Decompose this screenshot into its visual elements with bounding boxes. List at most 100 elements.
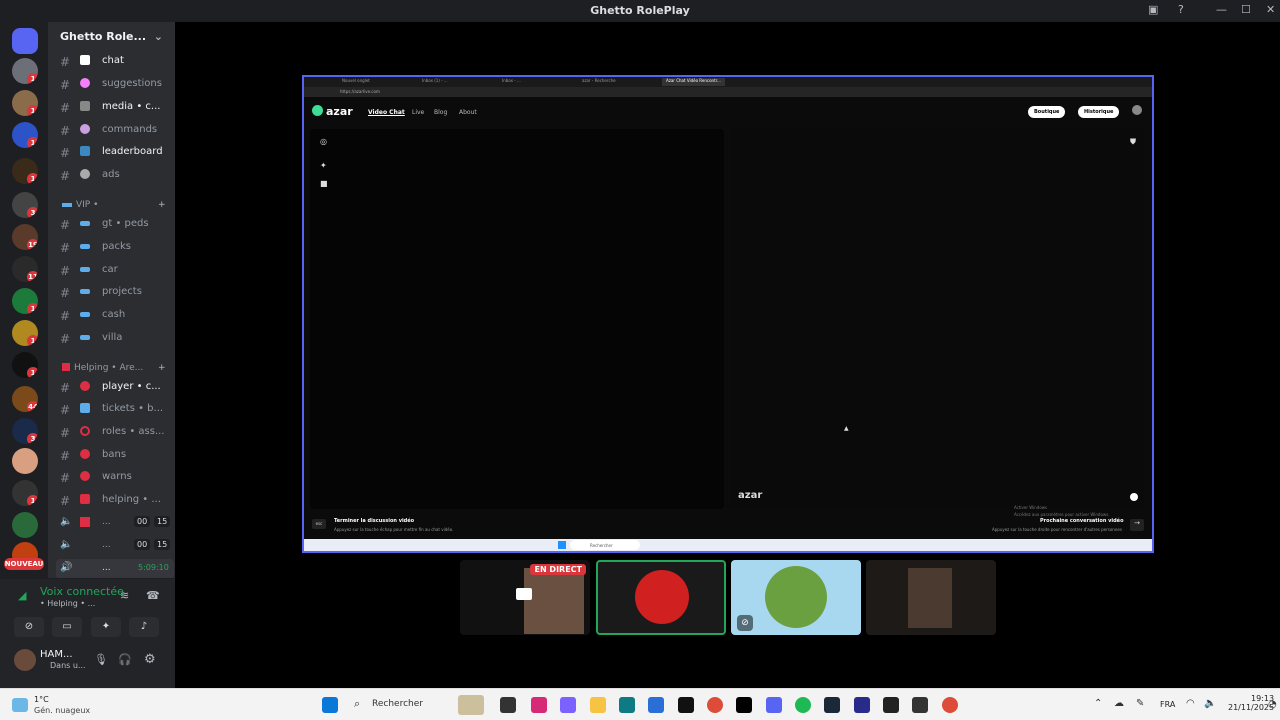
chevron-down-icon[interactable]: ⌄ — [154, 30, 163, 43]
nav-about[interactable]: About — [459, 109, 477, 116]
server-icon[interactable]: 44 — [12, 386, 38, 412]
browser-tab-active[interactable]: Azar Chat Vidéo Rencontr... — [662, 78, 725, 86]
boutique-button[interactable]: Boutique — [1028, 106, 1066, 118]
participant-tile[interactable] — [866, 560, 996, 635]
vpn-icon[interactable] — [854, 697, 870, 713]
gear-icon[interactable]: ⚙ — [144, 652, 156, 667]
server-icon[interactable]: 1 — [12, 90, 38, 116]
headphones-icon[interactable]: 🎧 — [118, 653, 132, 666]
server-icon[interactable]: 3 — [12, 418, 38, 444]
guild-header[interactable]: Ghetto Role... ⌄ — [48, 22, 175, 52]
spotify-icon[interactable] — [795, 697, 811, 713]
instagram-icon[interactable] — [531, 697, 547, 713]
cloud-icon[interactable]: ☁ — [1114, 698, 1124, 709]
maximize-icon[interactable]: ☐ — [1241, 3, 1251, 16]
wifi-icon[interactable]: ◠ — [1186, 698, 1195, 709]
app-icon[interactable] — [678, 697, 694, 713]
channel-vip-item[interactable]: # packs — [56, 238, 174, 258]
browser-tab[interactable]: Nouvel onglet — [342, 78, 370, 86]
channel-roles[interactable]: # roles • ass... — [56, 423, 174, 443]
soundboard-button[interactable]: ♪ — [129, 617, 159, 637]
help-icon[interactable]: ? — [1178, 3, 1184, 16]
channel-media[interactable]: # media • c... — [56, 98, 174, 118]
channel-suggestions[interactable]: # suggestions — [56, 75, 174, 95]
server-icon[interactable]: 1 — [12, 480, 38, 506]
next-chat-title[interactable]: Prochaine conversation vidéo — [1040, 518, 1124, 524]
weather-icon[interactable] — [12, 698, 28, 712]
copilot-icon[interactable] — [560, 697, 576, 713]
channel-chat[interactable]: # chat — [56, 52, 174, 72]
plus-icon[interactable]: + — [158, 200, 166, 210]
channel-tickets[interactable]: # tickets • b... — [56, 400, 174, 420]
channel-vip-item[interactable]: # gt • peds — [56, 215, 174, 235]
browser-tab[interactable]: azar - Recherche — [582, 78, 616, 86]
channel-leaderboard[interactable]: # leaderboard — [56, 143, 174, 163]
channel-commands[interactable]: # commands — [56, 121, 174, 141]
channel-bans[interactable]: # bans — [56, 446, 174, 466]
stream-thumbnail[interactable]: EN DIRECT — [460, 560, 590, 635]
plus-icon[interactable]: + — [158, 363, 166, 373]
store-icon[interactable] — [648, 697, 664, 713]
server-icon[interactable]: 1 — [12, 320, 38, 346]
voice-channel-link[interactable]: • Helping • ... — [40, 599, 95, 608]
channel-vip-item[interactable]: # villa — [56, 329, 174, 349]
channel-ads[interactable]: # ads — [56, 166, 174, 186]
soundwave-icon[interactable]: ≋ — [120, 589, 129, 602]
server-icon[interactable] — [12, 512, 38, 538]
server-icon[interactable]: 19 — [12, 224, 38, 250]
azar-logo[interactable]: azar — [312, 105, 353, 118]
server-icon[interactable]: 1 — [12, 158, 38, 184]
server-icon[interactable]: 11 — [12, 256, 38, 282]
participant-tile[interactable]: ⊘ — [731, 560, 861, 635]
file-explorer-alt-icon[interactable] — [500, 697, 516, 713]
profile-icon[interactable] — [1132, 105, 1142, 115]
server-icon[interactable]: 1 — [12, 352, 38, 378]
voice-channel[interactable]: 🔈... 00 15 — [56, 536, 174, 556]
options-icon[interactable] — [1130, 493, 1138, 501]
game-launcher-icon[interactable] — [883, 697, 899, 713]
server-icon[interactable] — [12, 448, 38, 474]
windows-start-icon[interactable] — [322, 697, 338, 713]
nav-video-chat[interactable]: Video Chat — [368, 109, 405, 116]
channel-vip-item[interactable]: # projects — [56, 283, 174, 303]
chevron-up-icon[interactable]: ⌃ — [1094, 698, 1102, 709]
server-icon[interactable]: 1 — [12, 122, 38, 148]
edge-icon[interactable] — [619, 697, 635, 713]
nav-blog[interactable]: Blog — [434, 109, 447, 116]
participant-tile-speaking[interactable] — [596, 560, 726, 635]
microphone-icon[interactable]: 🎙 — [94, 653, 108, 666]
language-indicator[interactable]: FRA — [1160, 700, 1175, 709]
category-helping[interactable]: Helping • Are... + — [62, 363, 166, 373]
effects-icon[interactable]: ✦ — [320, 161, 327, 170]
channel-player[interactable]: # player • c... — [56, 378, 174, 398]
gift-icon[interactable]: ■ — [320, 179, 328, 188]
server-icon[interactable]: 1 — [12, 58, 38, 84]
capcut-alt-icon[interactable] — [912, 697, 928, 713]
avatar[interactable] — [14, 649, 36, 671]
capcut-icon[interactable] — [736, 697, 752, 713]
inbox-icon[interactable]: ▣ — [1148, 3, 1158, 16]
arrow-right-icon[interactable]: → — [1130, 519, 1144, 531]
category-vip[interactable]: VIP • + — [62, 200, 166, 210]
server-icon[interactable]: 1 — [12, 288, 38, 314]
channel-helping[interactable]: # helping • ... — [56, 491, 174, 511]
discord-icon[interactable] — [766, 697, 782, 713]
nav-live[interactable]: Live — [412, 109, 424, 116]
close-icon[interactable]: ✕ — [1266, 3, 1275, 16]
steam-icon[interactable] — [824, 697, 840, 713]
camera-off-button[interactable]: ⊘ — [14, 617, 44, 637]
report-shield-icon[interactable]: ⛊ — [1130, 137, 1136, 147]
browser-tab[interactable]: Inbox (1) - ... — [422, 78, 448, 86]
channel-vip-item[interactable]: # cash — [56, 306, 174, 326]
historique-button[interactable]: Historique — [1078, 106, 1120, 118]
voice-channel-active[interactable]: 🔊... 5:09:10 — [56, 559, 174, 579]
voice-channel[interactable]: 🔈... 00 15 — [56, 513, 174, 533]
folder-icon[interactable] — [590, 697, 606, 713]
browser-tab[interactable]: Inbox - ... — [502, 78, 521, 86]
minimize-icon[interactable]: — — [1216, 3, 1227, 16]
chrome-alt-icon[interactable] — [942, 697, 958, 713]
server-icon[interactable]: 3 — [12, 192, 38, 218]
disconnect-icon[interactable]: ☎ — [146, 589, 160, 602]
channel-warns[interactable]: # warns — [56, 468, 174, 488]
discord-home-icon[interactable] — [12, 28, 38, 54]
